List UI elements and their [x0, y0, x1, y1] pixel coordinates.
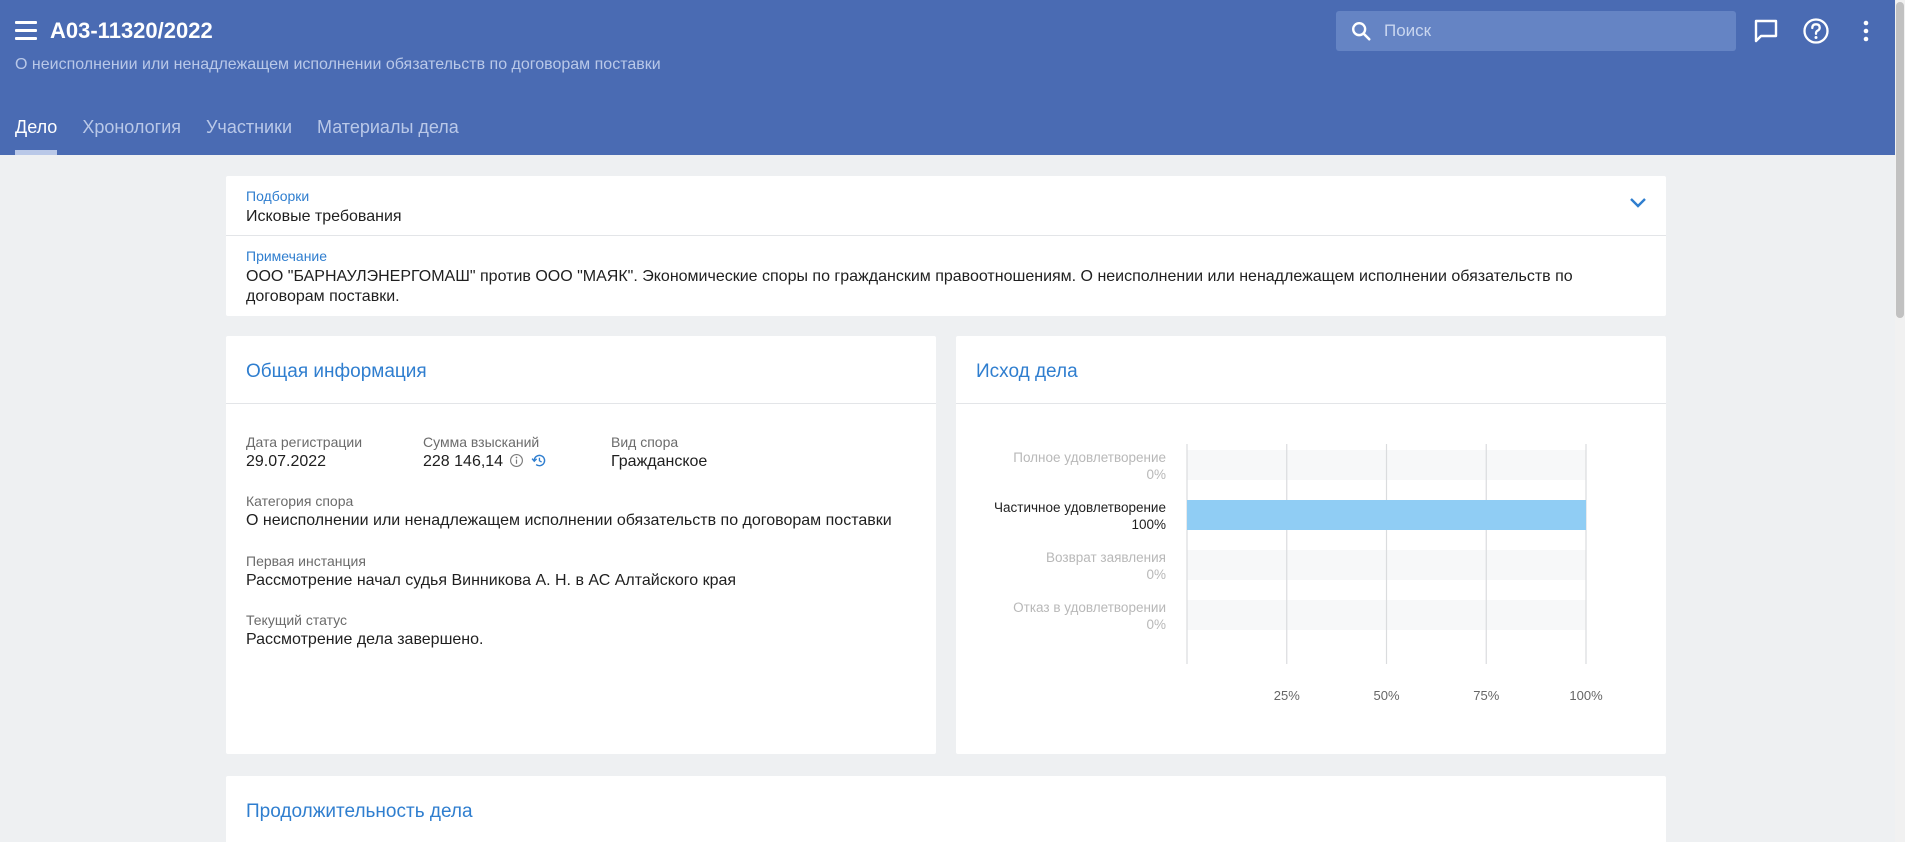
value-label: 0%: [1146, 567, 1166, 582]
note-value: ООО "БАРНАУЛЭНЕРГОМАШ" против ООО "МАЯК"…: [246, 268, 1573, 305]
collections-field[interactable]: Подборки Исковые требования: [246, 188, 1646, 227]
tab-chronology[interactable]: Хронология: [82, 117, 181, 155]
note-field: Примечание ООО "БАРНАУЛЭНЕРГОМАШ" против…: [246, 248, 1616, 307]
chevron-down-icon[interactable]: [1628, 196, 1648, 210]
first-instance-field: Первая инстанция Рассмотрение начал судь…: [246, 553, 736, 590]
category-label: Возврат заявления: [1046, 550, 1166, 565]
first-instance-value: Рассмотрение начал судья Винникова А. Н.…: [246, 572, 737, 589]
collections-value: Исковые требования: [246, 208, 402, 225]
chat-icon[interactable]: [1752, 17, 1780, 45]
x-tick-label: 50%: [1373, 688, 1399, 703]
dispute-type-field: Вид спора Гражданское: [611, 434, 707, 471]
category-label: Частичное удовлетворение: [994, 500, 1166, 515]
menu-icon[interactable]: [15, 21, 37, 40]
category-label: Полное удовлетворение: [1013, 450, 1166, 465]
divider: [226, 403, 936, 404]
x-tick-label: 25%: [1274, 688, 1300, 703]
category-value: О неисполнении или ненадлежащем исполнен…: [246, 512, 892, 529]
help-icon[interactable]: [1802, 17, 1830, 45]
page-subtitle: О неисполнении или ненадлежащем исполнен…: [15, 56, 661, 73]
reg-date-label: Дата регистрации: [246, 434, 363, 450]
sum-value-row: 228 146,14: [423, 453, 547, 471]
x-tick-label: 100%: [1569, 688, 1603, 703]
collections-card: Подборки Исковые требования Примечание О…: [226, 176, 1666, 316]
divider: [226, 235, 1666, 236]
category-label: Категория спора: [246, 493, 354, 509]
page-title: А03-11320/2022: [50, 18, 213, 43]
tab-bar: Дело Хронология Участники Материалы дела: [15, 117, 484, 155]
tab-case-materials[interactable]: Материалы дела: [317, 117, 459, 155]
search-icon: [1352, 22, 1371, 41]
tab-case[interactable]: Дело: [15, 117, 58, 155]
x-tick-label: 75%: [1473, 688, 1499, 703]
sum-label: Сумма взысканий: [423, 434, 540, 450]
value-label: 0%: [1146, 467, 1166, 482]
collections-label: Подборки: [246, 188, 310, 204]
sum-value: 228 146,14: [423, 453, 504, 471]
note-label: Примечание: [246, 248, 328, 264]
page-scrollbar[interactable]: [1895, 0, 1905, 842]
more-vertical-icon[interactable]: [1852, 17, 1880, 45]
history-icon[interactable]: [530, 453, 547, 468]
sum-field: Сумма взысканий 228 146,14: [423, 434, 547, 471]
reg-date-value: 29.07.2022: [246, 453, 327, 470]
reg-date-field: Дата регистрации 29.07.2022: [246, 434, 362, 471]
sum-icons: [509, 453, 547, 471]
scrollbar-thumb[interactable]: [1896, 2, 1904, 318]
info-icon[interactable]: [509, 453, 524, 468]
value-label: 0%: [1146, 617, 1166, 632]
bar: [1187, 500, 1586, 530]
status-field: Текущий статус Рассмотрение дела заверше…: [246, 612, 483, 649]
status-label: Текущий статус: [246, 612, 348, 628]
outcome-chart: 25% 50% 75% 100% Полное удовлетворение 0% Част…: [994, 444, 1603, 703]
dispute-type-value: Гражданское: [611, 453, 708, 470]
duration-title: Продолжительность дела: [246, 801, 473, 822]
app-header: А03-11320/2022 О неисполнении или ненадл…: [0, 0, 1895, 155]
search-box[interactable]: [1336, 11, 1736, 51]
category-label: Отказ в удовлетворении: [1013, 600, 1166, 615]
category-field: Категория спора О неисполнении или ненад…: [246, 493, 892, 530]
tab-participants[interactable]: Участники: [206, 117, 292, 155]
outcome-card: Исход дела 25% 50% 75% 100% Полное удовлетво…: [956, 336, 1666, 754]
value-label: 100%: [1131, 517, 1166, 532]
duration-card: Продолжительность дела: [226, 776, 1666, 842]
status-value: Рассмотрение дела завершено.: [246, 631, 484, 648]
search-input[interactable]: [1384, 21, 1714, 41]
dispute-type-label: Вид спора: [611, 434, 679, 450]
general-info-title: Общая информация: [246, 361, 427, 382]
general-info-card: Общая информация Дата регистрации 29.07.…: [226, 336, 936, 754]
first-instance-label: Первая инстанция: [246, 553, 366, 569]
